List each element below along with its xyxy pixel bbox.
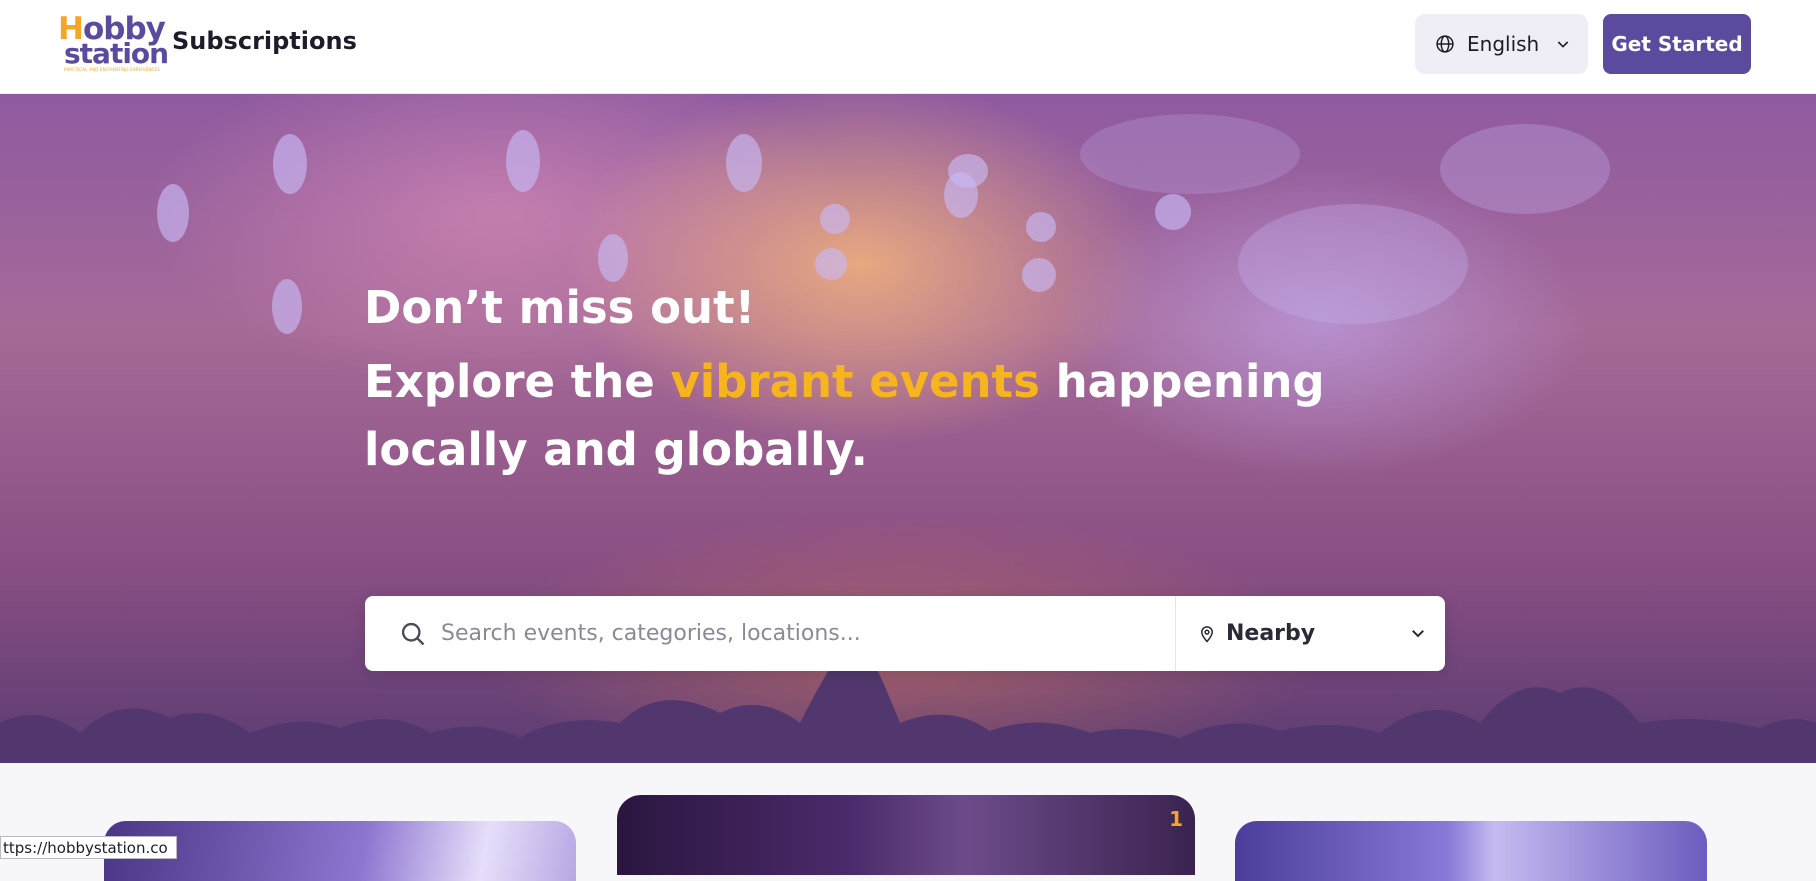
hero-subheadline: Explore the vibrant events happening loc… — [364, 348, 1434, 484]
bokeh-light — [1440, 124, 1610, 214]
status-bar-url: ttps://hobbystation.co — [0, 836, 177, 859]
hobby-station-logo[interactable]: Hobby station PRACTICAL AND ENCHANTING E… — [58, 14, 169, 73]
bokeh-light — [506, 130, 540, 192]
location-label: Nearby — [1226, 621, 1316, 646]
search-input[interactable] — [441, 621, 1141, 646]
event-search-bar: Nearby — [365, 596, 1445, 671]
card-badge: 1 — [1169, 807, 1183, 831]
bokeh-light — [820, 204, 850, 234]
logo-tagline: PRACTICAL AND ENCHANTING EXPERIENCES — [64, 67, 161, 72]
search-icon — [401, 622, 425, 645]
bokeh-light — [815, 248, 847, 280]
globe-icon — [1436, 35, 1454, 53]
bokeh-light — [944, 172, 978, 218]
language-label: English — [1467, 32, 1540, 56]
bokeh-light — [273, 134, 307, 194]
page-title: Subscriptions — [172, 27, 357, 55]
bokeh-light — [1022, 258, 1056, 292]
bokeh-light — [1080, 114, 1300, 194]
bokeh-light — [1026, 212, 1056, 242]
logo-wordmark-bottom: station — [64, 37, 169, 70]
bokeh-light — [726, 134, 762, 192]
bokeh-light — [157, 184, 189, 242]
hero-subheadline-prefix: Explore the — [364, 355, 655, 408]
map-pin-icon — [1200, 625, 1214, 643]
event-cards-row: 1 — [0, 763, 1816, 881]
bokeh-light — [1155, 194, 1191, 230]
chevron-down-icon — [1557, 41, 1569, 48]
event-card-2[interactable]: 1 — [617, 795, 1195, 875]
bokeh-light — [598, 234, 628, 282]
bokeh-light — [1238, 204, 1468, 324]
hero-banner: Don’t miss out! Explore the vibrant even… — [0, 94, 1816, 763]
hero-subheadline-accent: vibrant events — [670, 355, 1040, 408]
hero-headline: Don’t miss out! — [364, 281, 756, 334]
top-navigation-bar: Hobby station PRACTICAL AND ENCHANTING E… — [0, 0, 1816, 94]
event-card-3[interactable] — [1235, 821, 1707, 881]
bokeh-light — [272, 279, 302, 334]
language-selector[interactable]: English — [1415, 14, 1588, 74]
chevron-down-icon — [1412, 630, 1424, 638]
get-started-button[interactable]: Get Started — [1603, 14, 1751, 74]
location-selector[interactable]: Nearby — [1176, 596, 1445, 671]
